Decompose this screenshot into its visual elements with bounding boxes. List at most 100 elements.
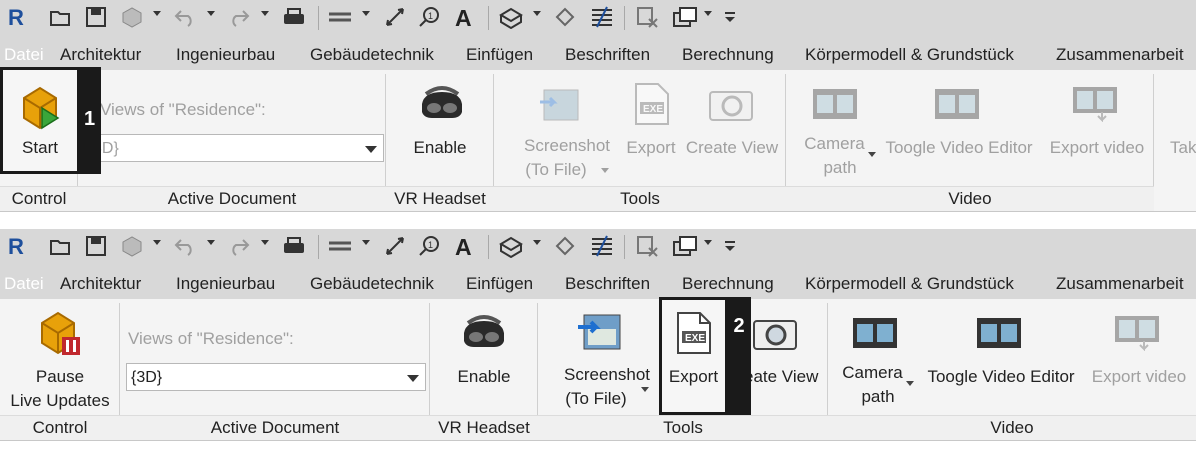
- camera-icon: [708, 86, 754, 127]
- view-select[interactable]: {3D}: [126, 363, 426, 391]
- redo-icon[interactable]: [224, 4, 252, 30]
- save-icon[interactable]: [84, 4, 108, 30]
- print-icon[interactable]: [280, 4, 308, 30]
- screenshot-button[interactable]: Screenshot (To File): [512, 134, 622, 182]
- qat-separator: [318, 235, 319, 259]
- thin-lines-icon[interactable]: [588, 233, 616, 259]
- camera-path-button[interactable]: Camera path: [838, 361, 918, 409]
- text-icon[interactable]: A: [452, 233, 478, 259]
- screenshot-label-line1: Screenshot: [564, 365, 650, 384]
- tab-architektur[interactable]: Architektur: [60, 36, 141, 70]
- tab-berechnung[interactable]: Berechnung: [682, 36, 774, 70]
- create-view-button[interactable]: eate View: [744, 365, 828, 389]
- camera-path-dropdown-icon[interactable]: [867, 152, 876, 158]
- tab-koerpermodell[interactable]: Körpermodell & Grundstück: [805, 265, 1014, 299]
- tab-architektur[interactable]: Architektur: [60, 265, 141, 299]
- create-view-button[interactable]: Create View: [684, 136, 780, 160]
- pause-live-update-icon: [36, 311, 84, 364]
- customize-icon[interactable]: [722, 4, 738, 30]
- ribbon-panel-area: Control Views of "Residence": 3D} Active…: [0, 70, 1196, 212]
- switch-windows-dropdown[interactable]: [704, 11, 712, 16]
- toggle-video-editor-button[interactable]: Toogle Video Editor: [880, 136, 1038, 160]
- switch-windows-icon[interactable]: [670, 233, 700, 259]
- vr-enable-button[interactable]: Enable: [430, 365, 538, 389]
- redo-dropdown[interactable]: [261, 240, 269, 245]
- camera-path-button[interactable]: Camera path: [800, 132, 880, 180]
- customize-icon[interactable]: [722, 233, 738, 259]
- tab-beschriften[interactable]: Beschriften: [565, 265, 650, 299]
- dimension-icon[interactable]: [382, 233, 408, 259]
- tab-gebaeudetechnik[interactable]: Gebäudetechnik: [310, 36, 434, 70]
- tab-berechnung[interactable]: Berechnung: [682, 265, 774, 299]
- screenshot-dropdown-icon[interactable]: [600, 168, 609, 174]
- 3d-view-dropdown[interactable]: [533, 240, 541, 245]
- tab-datei[interactable]: Datei: [4, 265, 44, 299]
- save-icon[interactable]: [84, 233, 108, 259]
- vr-enable-button[interactable]: Enable: [386, 136, 494, 160]
- section-icon[interactable]: [552, 233, 578, 259]
- tab-ingenieurbau[interactable]: Ingenieurbau: [176, 36, 275, 70]
- tab-koerpermodell[interactable]: Körpermodell & Grundstück: [805, 36, 1014, 70]
- truncated-button[interactable]: Tak: [1170, 136, 1196, 160]
- undo-dropdown[interactable]: [207, 240, 215, 245]
- switch-windows-icon[interactable]: [670, 4, 700, 30]
- pause-live-updates-button[interactable]: Pause Live Updates: [0, 365, 120, 413]
- revit-logo-icon[interactable]: R: [6, 4, 28, 30]
- tab-einfuegen[interactable]: Einfügen: [466, 36, 533, 70]
- view-select[interactable]: 3D}: [88, 134, 384, 162]
- thin-lines-icon[interactable]: [588, 4, 616, 30]
- undo-icon[interactable]: [172, 233, 200, 259]
- export-button[interactable]: Export: [622, 136, 680, 160]
- 3d-view-dropdown[interactable]: [533, 11, 541, 16]
- panel-title-vr-headset: VR Headset: [386, 186, 494, 211]
- toggle-video-editor-button[interactable]: Toogle Video Editor: [922, 365, 1080, 389]
- start-button[interactable]: Start: [0, 136, 80, 160]
- undo-icon[interactable]: [172, 4, 200, 30]
- tag-icon[interactable]: 1: [416, 233, 442, 259]
- pause-label-line1: Pause: [35, 367, 85, 386]
- qat-separator: [488, 235, 489, 259]
- measure-dropdown[interactable]: [362, 240, 370, 245]
- sync-icon[interactable]: [118, 233, 146, 259]
- tab-datei[interactable]: Datei: [4, 36, 44, 70]
- export-video-button[interactable]: Export video: [1044, 136, 1150, 160]
- tab-zusammenarbeit[interactable]: Zusammenarbeit: [1056, 265, 1184, 299]
- tab-beschriften[interactable]: Beschriften: [565, 36, 650, 70]
- close-hidden-icon[interactable]: [634, 233, 662, 259]
- screenshot-button[interactable]: Screenshot (To File): [552, 363, 662, 411]
- measure-dropdown[interactable]: [362, 11, 370, 16]
- print-icon[interactable]: [280, 233, 308, 259]
- ribbon-screenshot-bottom: R 1 A Datei Architektur Ingenieurbau Geb…: [0, 229, 1196, 443]
- sync-dropdown[interactable]: [153, 240, 161, 245]
- screenshot-label-line1: Screenshot: [524, 136, 610, 155]
- switch-windows-dropdown[interactable]: [704, 240, 712, 245]
- tab-zusammenarbeit[interactable]: Zusammenarbeit: [1056, 36, 1184, 70]
- views-label: Views of "Residence":: [100, 100, 266, 119]
- open-icon[interactable]: [48, 233, 74, 259]
- camera-path-label-line2: path: [861, 387, 895, 406]
- text-icon[interactable]: A: [452, 4, 478, 30]
- undo-dropdown[interactable]: [207, 11, 215, 16]
- redo-icon[interactable]: [224, 233, 252, 259]
- export-button[interactable]: Export: [659, 365, 728, 389]
- section-icon[interactable]: [552, 4, 578, 30]
- 3d-view-icon[interactable]: [497, 4, 525, 30]
- callout-number-2: 2: [727, 297, 751, 415]
- open-icon[interactable]: [48, 4, 74, 30]
- close-hidden-icon[interactable]: [634, 4, 662, 30]
- export-video-button[interactable]: Export video: [1086, 365, 1192, 389]
- tab-gebaeudetechnik[interactable]: Gebäudetechnik: [310, 265, 434, 299]
- redo-dropdown[interactable]: [261, 11, 269, 16]
- tab-ingenieurbau[interactable]: Ingenieurbau: [176, 265, 275, 299]
- tab-einfuegen[interactable]: Einfügen: [466, 265, 533, 299]
- screenshot-dropdown-icon[interactable]: [640, 387, 649, 393]
- measure-icon[interactable]: [326, 233, 354, 259]
- tag-icon[interactable]: 1: [416, 4, 442, 30]
- dimension-icon[interactable]: [382, 4, 408, 30]
- sync-icon[interactable]: [118, 4, 146, 30]
- sync-dropdown[interactable]: [153, 11, 161, 16]
- 3d-view-icon[interactable]: [497, 233, 525, 259]
- camera-path-dropdown-icon[interactable]: [905, 381, 914, 387]
- measure-icon[interactable]: [326, 4, 354, 30]
- revit-logo-icon[interactable]: R: [6, 233, 28, 259]
